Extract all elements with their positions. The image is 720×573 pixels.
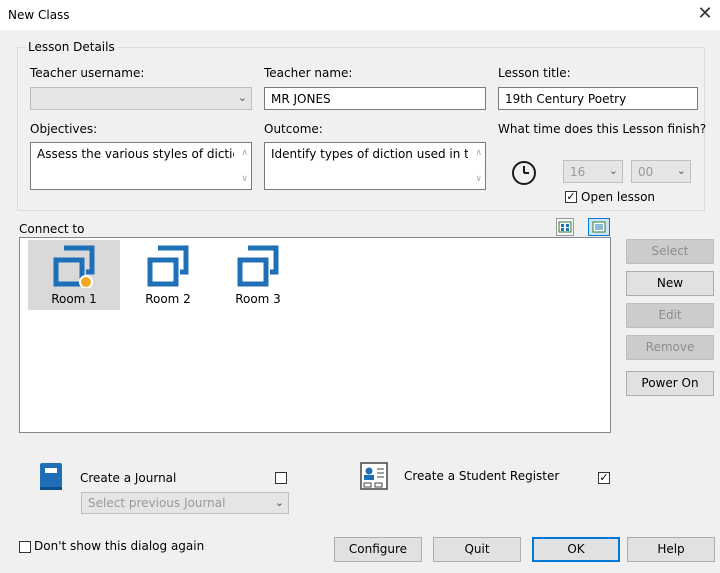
finish-minute-value: 00 <box>638 165 654 179</box>
scroll-up-icon[interactable]: ∧ <box>241 148 248 158</box>
room-item-2[interactable]: Room 2 <box>122 240 214 310</box>
remove-button[interactable]: Remove <box>626 335 714 360</box>
teacher-username-label: Teacher username: <box>30 66 145 80</box>
details-view-icon[interactable] <box>588 218 610 236</box>
room-icon <box>237 245 279 287</box>
scroll-down-icon[interactable]: ∨ <box>475 174 482 184</box>
dont-show-checkbox[interactable] <box>19 541 31 553</box>
room-label: Room 2 <box>145 292 191 306</box>
objectives-value: Assess the various styles of diction <box>37 147 248 161</box>
create-journal-checkbox[interactable] <box>275 472 287 484</box>
finish-time-label: What time does this Lesson finish? <box>498 122 707 136</box>
window-title: New Class <box>8 8 70 22</box>
outcome-label: Outcome: <box>264 122 323 136</box>
close-icon[interactable]: ✕ <box>696 4 714 24</box>
teacher-name-label: Teacher name: <box>264 66 353 80</box>
title-bar <box>0 0 720 30</box>
room-icon <box>147 245 189 287</box>
dont-show-label: Don't show this dialog again <box>34 539 205 553</box>
ok-button[interactable]: OK <box>532 537 620 562</box>
quit-button[interactable]: Quit <box>433 537 521 562</box>
open-lesson-checkbox[interactable]: ✓ <box>565 191 577 203</box>
help-button[interactable]: Help <box>627 537 715 562</box>
connect-to-label: Connect to <box>19 222 85 236</box>
teacher-username-combo[interactable]: ⌄ <box>30 87 252 110</box>
create-register-label: Create a Student Register <box>404 469 560 483</box>
rooms-list[interactable]: Room 1 Room 2 Room 3 <box>19 237 611 433</box>
chevron-down-icon: ⌄ <box>237 91 247 104</box>
finish-minute-select[interactable]: 00 ⌄ <box>631 160 691 183</box>
room-icon <box>53 245 95 288</box>
objectives-textarea[interactable]: Assess the various styles of diction ∧ ∨ <box>30 142 252 190</box>
room-item-1[interactable]: Room 1 <box>28 240 120 310</box>
configure-button[interactable]: Configure <box>334 537 422 562</box>
create-register-checkbox[interactable]: ✓ <box>598 472 610 484</box>
room-label: Room 3 <box>235 292 281 306</box>
finish-hour-select[interactable]: 16 ⌄ <box>563 160 623 183</box>
chevron-down-icon: ⌄ <box>274 496 284 509</box>
previous-journal-placeholder: Select previous Journal <box>88 496 226 510</box>
teacher-name-field[interactable]: MR JONES <box>264 87 486 110</box>
scroll-down-icon[interactable]: ∨ <box>241 174 248 184</box>
new-button[interactable]: New <box>626 271 714 296</box>
previous-journal-select[interactable]: Select previous Journal ⌄ <box>81 492 289 514</box>
finish-hour-value: 16 <box>570 165 586 179</box>
open-lesson-label: Open lesson <box>581 190 656 204</box>
journal-icon <box>38 462 64 492</box>
scroll-up-icon[interactable]: ∧ <box>475 148 482 158</box>
lesson-title-label: Lesson title: <box>498 66 571 80</box>
power-on-button[interactable]: Power On <box>626 371 714 396</box>
lesson-details-title: Lesson Details <box>25 40 118 54</box>
objectives-label: Objectives: <box>30 122 98 136</box>
edit-button[interactable]: Edit <box>626 303 714 328</box>
student-register-icon <box>360 462 388 490</box>
clock-icon <box>510 160 540 190</box>
select-button[interactable]: Select <box>626 239 714 264</box>
outcome-textarea[interactable]: Identify types of diction used in tel ∧ … <box>264 142 486 190</box>
chevron-down-icon: ⌄ <box>676 164 686 177</box>
chevron-down-icon: ⌄ <box>608 164 618 177</box>
room-item-3[interactable]: Room 3 <box>212 240 304 310</box>
large-icons-view-icon[interactable] <box>556 218 574 236</box>
lesson-title-field[interactable]: 19th Century Poetry <box>498 87 698 110</box>
outcome-value: Identify types of diction used in tel <box>271 147 480 161</box>
create-journal-label: Create a Journal <box>80 471 177 485</box>
room-label: Room 1 <box>51 292 97 306</box>
